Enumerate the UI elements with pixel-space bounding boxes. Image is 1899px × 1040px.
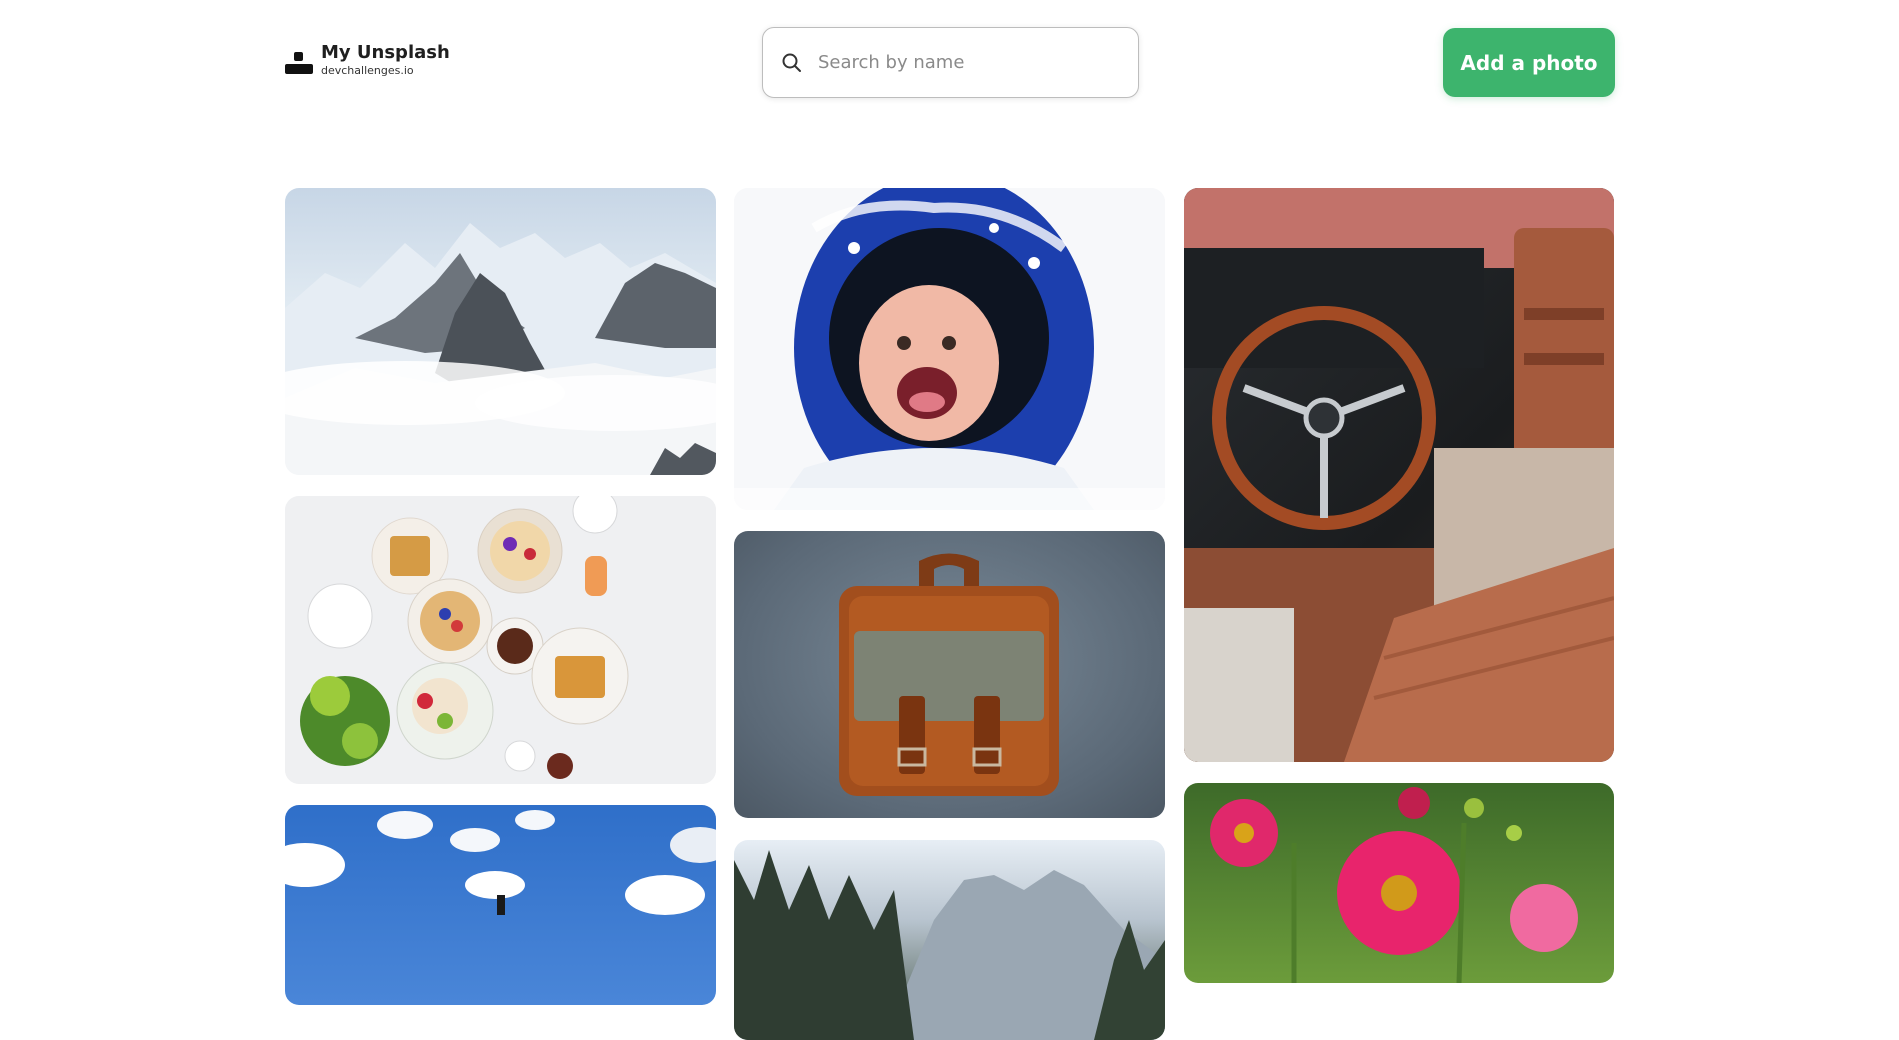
photo-car-interior[interactable] — [1184, 188, 1614, 762]
photo-leather-bag[interactable] — [734, 531, 1165, 818]
photo-blue-sky[interactable] — [285, 805, 716, 1005]
photo-child-in-snow[interactable] — [734, 188, 1165, 510]
photo-breakfast-food[interactable] — [285, 496, 716, 784]
photo-mountain-forest[interactable] — [734, 840, 1165, 1040]
photo-pink-flowers[interactable] — [1184, 783, 1614, 983]
photo-gallery — [0, 0, 1899, 1040]
photo-mountains[interactable] — [285, 188, 716, 475]
